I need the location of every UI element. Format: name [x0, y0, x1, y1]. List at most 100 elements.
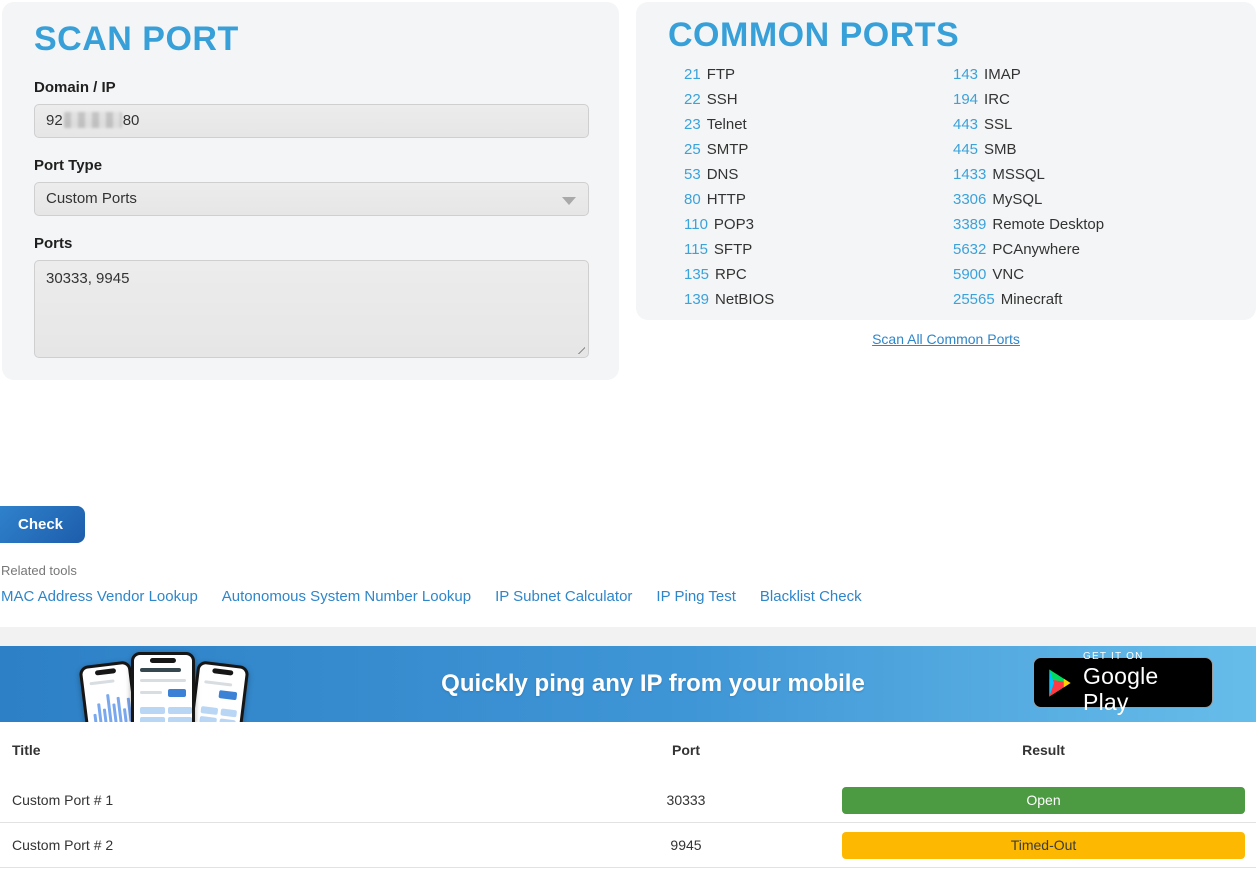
common-port-item: 21 FTP: [684, 62, 774, 87]
table-row: Custom Port # 1 30333 Open: [0, 778, 1256, 823]
port-number-link[interactable]: 5632: [953, 241, 986, 258]
common-port-item: 80HTTP: [684, 187, 774, 212]
common-port-item: 5632 PCAnywhere: [953, 237, 1104, 262]
port-name: Minecraft: [1001, 291, 1063, 308]
status-badge: Open: [842, 787, 1245, 814]
common-port-item: 194IRC: [953, 87, 1104, 112]
related-tools-links: MAC Address Vendor Lookup Autonomous Sys…: [1, 588, 862, 605]
port-name: MSSQL: [992, 166, 1045, 183]
port-number-link[interactable]: 80: [684, 191, 701, 208]
port-number-link[interactable]: 21: [684, 66, 701, 83]
port-number-link[interactable]: 115: [684, 241, 708, 258]
port-number-link[interactable]: 3389: [953, 216, 986, 233]
port-number-link[interactable]: 443: [953, 116, 978, 133]
port-number-link[interactable]: 445: [953, 141, 978, 158]
link-mac-address-vendor-lookup[interactable]: MAC Address Vendor Lookup: [1, 588, 198, 605]
header-result: Result: [812, 742, 1256, 758]
get-it-on-label: GET IT ON: [1083, 651, 1198, 663]
google-play-icon: [1046, 666, 1073, 700]
common-port-item: 3389 Remote Desktop: [953, 212, 1104, 237]
common-port-item: 110 POP3: [684, 212, 774, 237]
port-name: DNS: [707, 166, 739, 183]
port-number-link[interactable]: 25565: [953, 291, 995, 308]
port-name: SSL: [984, 116, 1012, 133]
common-ports-column-1: 21 FTP 22 SSH 23 Telnet 25 SMTP 53 DNS 80HTTP…: [684, 62, 774, 312]
port-name: SMB: [984, 141, 1017, 158]
port-number-link[interactable]: 53: [684, 166, 701, 183]
common-port-item: 1433 MSSQL: [953, 162, 1104, 187]
header-title: Title: [12, 742, 560, 758]
common-port-item: 23 Telnet: [684, 112, 774, 137]
port-name: IMAP: [984, 66, 1021, 83]
row-port: 30333: [560, 792, 812, 808]
port-type-select[interactable]: Custom Ports: [34, 182, 589, 216]
common-port-item: 53 DNS: [684, 162, 774, 187]
common-port-item: 445 SMB: [953, 137, 1104, 162]
google-play-badge-text: GET IT ON Google Play: [1083, 651, 1198, 715]
domain-ip-label: Domain / IP: [34, 79, 587, 96]
google-play-label: Google Play: [1083, 663, 1198, 715]
mobile-app-banner: Quickly ping any IP from your mobile GET…: [0, 646, 1256, 722]
port-name: Telnet: [707, 116, 747, 133]
related-tools-heading: Related tools: [1, 563, 77, 578]
ports-label: Ports: [34, 235, 587, 252]
domain-ip-input[interactable]: 9280: [34, 104, 589, 138]
port-number-link[interactable]: 143: [953, 66, 978, 83]
common-port-item: 25 SMTP: [684, 137, 774, 162]
port-number-link[interactable]: 110: [684, 216, 708, 233]
port-type-selected-value: Custom Ports: [46, 190, 137, 207]
check-button[interactable]: Check: [0, 506, 85, 543]
port-name: VNC: [992, 266, 1024, 283]
port-number-link[interactable]: 135: [684, 266, 709, 283]
link-ip-subnet-calculator[interactable]: IP Subnet Calculator: [495, 588, 632, 605]
port-number-link[interactable]: 3306: [953, 191, 986, 208]
banner-top-strip: [0, 627, 1256, 646]
port-number-link[interactable]: 139: [684, 291, 709, 308]
phone-center: [131, 652, 195, 722]
port-name: FTP: [707, 66, 735, 83]
common-port-item: 139NetBIOS: [684, 287, 774, 312]
port-name: POP3: [714, 216, 754, 233]
status-badge: Timed-Out: [842, 832, 1245, 859]
common-port-item: 3306 MySQL: [953, 187, 1104, 212]
common-port-item: 443 SSL: [953, 112, 1104, 137]
table-row: Custom Port # 2 9945 Timed-Out: [0, 823, 1256, 868]
port-number-link[interactable]: 25: [684, 141, 701, 158]
chevron-down-icon: [562, 197, 576, 205]
scan-results-table: Title Port Result Custom Port # 1 30333 …: [0, 722, 1256, 868]
ports-value: 30333, 9945: [46, 270, 129, 287]
ports-textarea[interactable]: 30333, 9945: [34, 260, 589, 358]
resize-handle-icon[interactable]: [573, 342, 585, 354]
redacted-ip-blur: [64, 112, 122, 128]
scan-port-panel: SCAN PORT Domain / IP 9280 Port Type Cus…: [2, 2, 619, 380]
port-number-link[interactable]: 23: [684, 116, 701, 133]
port-number-link[interactable]: 194: [953, 91, 978, 108]
port-name: SMTP: [707, 141, 749, 158]
common-ports-column-2: 143 IMAP 194IRC 443 SSL 445 SMB 1433 MSSQL 3…: [953, 62, 1104, 312]
link-asn-lookup[interactable]: Autonomous System Number Lookup: [222, 588, 471, 605]
port-name: Remote Desktop: [992, 216, 1104, 233]
port-name: SSH: [707, 91, 738, 108]
common-port-item: 143 IMAP: [953, 62, 1104, 87]
row-port: 9945: [560, 837, 812, 853]
domain-ip-value-prefix: 92: [46, 112, 63, 129]
port-number-link[interactable]: 22: [684, 91, 701, 108]
common-port-item: 5900 VNC: [953, 262, 1104, 287]
port-name: PCAnywhere: [992, 241, 1080, 258]
link-ip-ping-test[interactable]: IP Ping Test: [656, 588, 736, 605]
link-blacklist-check[interactable]: Blacklist Check: [760, 588, 862, 605]
common-port-item: 115 SFTP: [684, 237, 774, 262]
port-name: SFTP: [714, 241, 752, 258]
port-number-link[interactable]: 5900: [953, 266, 986, 283]
phone-mockups-image: [85, 651, 250, 722]
port-name: RPC: [715, 266, 747, 283]
port-type-label: Port Type: [34, 157, 587, 174]
scan-port-title: SCAN PORT: [34, 18, 587, 60]
common-port-item: 135 RPC: [684, 262, 774, 287]
port-name: MySQL: [992, 191, 1042, 208]
common-ports-title: COMMON PORTS: [668, 14, 1224, 56]
scan-all-common-ports-link[interactable]: Scan All Common Ports: [636, 331, 1256, 347]
google-play-badge[interactable]: GET IT ON Google Play: [1033, 657, 1213, 708]
port-number-link[interactable]: 1433: [953, 166, 986, 183]
common-port-item: 22 SSH: [684, 87, 774, 112]
